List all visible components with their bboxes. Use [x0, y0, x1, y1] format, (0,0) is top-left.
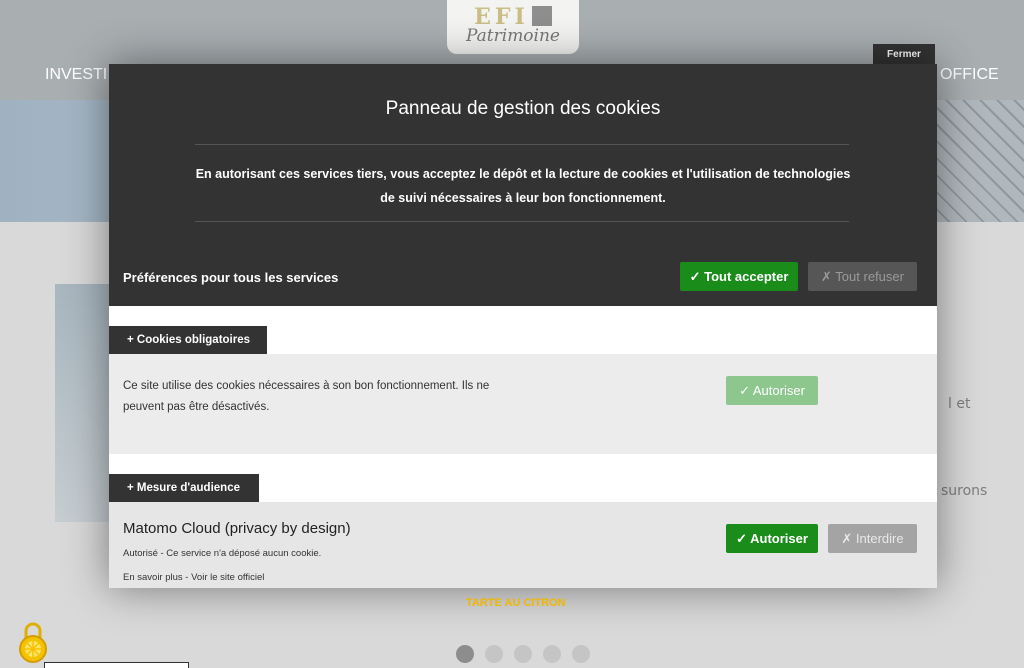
service-status: Autorisé - Ce service n'a déposé aucun c… — [123, 548, 322, 559]
cookie-panel-header: Panneau de gestion des cookies En autori… — [109, 64, 937, 306]
service-name: Matomo Cloud (privacy by design) — [123, 520, 351, 537]
cookie-panel: Panneau de gestion des cookies En autori… — [109, 64, 937, 588]
divider — [195, 144, 849, 145]
all-services-label: Préférences pour tous les services — [123, 270, 339, 285]
section-toggle-required[interactable]: + Cookies obligatoires — [109, 326, 267, 354]
service-links: En savoir plus - Voir le site officiel — [123, 572, 264, 583]
logo-patrimoine: Patrimoine — [465, 26, 560, 46]
required-cookies-text: Ce site utilise des cookies nécessaires … — [123, 380, 490, 413]
close-button[interactable]: Fermer — [873, 44, 935, 65]
required-allow-button: ✓ Autoriser — [726, 376, 818, 405]
carousel-dot[interactable] — [514, 645, 532, 663]
site-logo[interactable]: EFI Patrimoine — [447, 0, 579, 54]
background-text: l et — [948, 396, 971, 412]
carousel-dot[interactable] — [572, 645, 590, 663]
refuse-all-button[interactable]: ✗ Tout refuser — [808, 262, 917, 291]
tarteaucitron-brand[interactable]: TARTE AU CITRON — [466, 597, 566, 609]
background-text: surons — [941, 483, 988, 499]
carousel-dots — [456, 645, 590, 663]
nav-item-investir[interactable]: INVESTI — [45, 66, 107, 84]
official-site-link[interactable]: Voir le site officiel — [191, 572, 264, 583]
content-image — [55, 284, 109, 522]
carousel-dot[interactable] — [543, 645, 561, 663]
link-separator: - — [182, 572, 192, 583]
service-allow-button[interactable]: ✓ Autoriser — [726, 524, 818, 553]
cookie-panel-title: Panneau de gestion des cookies — [385, 98, 661, 119]
nav-item-office[interactable]: OFFICE — [940, 66, 999, 84]
learn-more-link[interactable]: En savoir plus — [123, 572, 183, 583]
cookie-panel-description: En autorisant ces services tiers, vous a… — [195, 167, 851, 205]
section-toggle-audience[interactable]: + Mesure d'audience — [109, 474, 259, 502]
service-deny-button[interactable]: ✗ Interdire — [828, 524, 917, 553]
lemon-lock-icon[interactable] — [16, 618, 50, 664]
carousel-dot[interactable] — [485, 645, 503, 663]
bottom-widget — [44, 662, 189, 668]
section-required: Ce site utilise des cookies nécessaires … — [109, 354, 937, 454]
hero-lattice-image — [934, 100, 1024, 222]
carousel-dot[interactable] — [456, 645, 474, 663]
accept-all-button[interactable]: ✓ Tout accepter — [680, 262, 798, 291]
divider — [195, 221, 849, 222]
section-audience: Matomo Cloud (privacy by design) Autoris… — [109, 502, 937, 588]
